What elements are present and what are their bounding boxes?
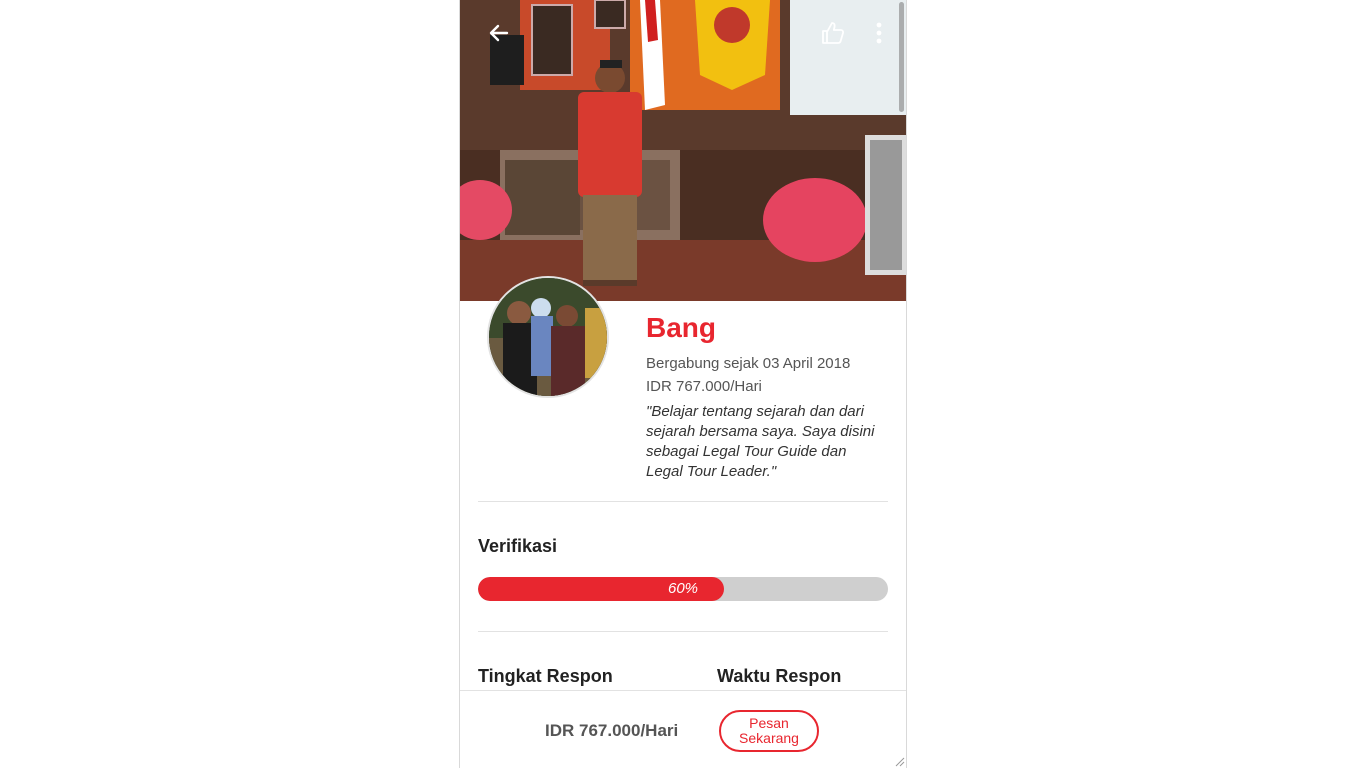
bottom-order-bar: IDR 767.000/Hari Pesan Sekarang: [460, 690, 906, 768]
bottom-price: IDR 767.000/Hari: [545, 721, 679, 740]
profile-screen: Bang Bergabung sejak 03 April 2018 IDR 7…: [459, 0, 907, 768]
order-now-button[interactable]: Pesan Sekarang: [719, 710, 819, 752]
avatar[interactable]: [487, 276, 609, 398]
profile-name: Bang: [646, 312, 716, 343]
back-arrow-icon[interactable]: [484, 18, 514, 48]
profile-quote: "Belajar tentang sejarah dan dari sejara…: [646, 403, 875, 480]
scrollbar[interactable]: [899, 2, 904, 112]
more-vertical-icon[interactable]: [864, 18, 894, 48]
response-rate-title: Tingkat Respon: [478, 666, 613, 686]
divider: [478, 631, 888, 632]
divider: [478, 501, 888, 502]
response-time-title: Waktu Respon: [717, 666, 842, 686]
resize-handle-icon[interactable]: [893, 755, 905, 767]
verification-progress: 60%: [478, 577, 888, 601]
thumbs-up-icon[interactable]: [818, 18, 848, 48]
verification-title: Verifikasi: [478, 536, 558, 556]
daily-price: IDR 767.000/Hari: [646, 378, 762, 395]
verification-progress-label: 60%: [667, 580, 699, 597]
join-date: Bergabung sejak 03 April 2018: [646, 355, 851, 372]
